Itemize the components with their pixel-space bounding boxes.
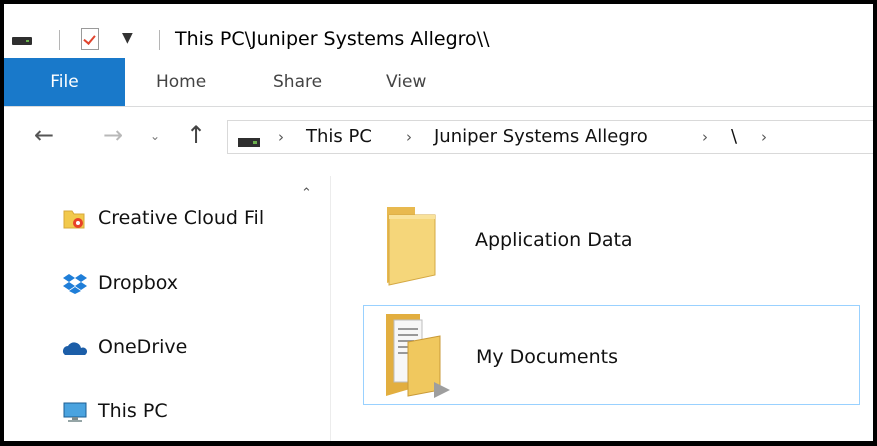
file-item-my-documents[interactable]: My Documents: [363, 305, 860, 405]
title-separator: [59, 30, 60, 50]
explorer-window: ▼ This PC\Juniper Systems Allegro\\ File…: [4, 4, 873, 441]
tab-view[interactable]: View: [386, 58, 426, 106]
drive-icon: [12, 37, 32, 45]
ribbon: File Home Share View: [4, 58, 873, 107]
breadcrumb-chevron-icon[interactable]: ›: [278, 128, 284, 146]
forward-arrow-icon[interactable]: →: [103, 121, 123, 149]
tab-home[interactable]: Home: [156, 58, 206, 106]
up-arrow-icon[interactable]: ↑: [186, 121, 206, 149]
file-item-name: My Documents: [476, 346, 619, 368]
drive-icon: [238, 138, 260, 147]
file-item-application-data[interactable]: Application Data: [363, 191, 860, 291]
properties-icon[interactable]: [81, 28, 99, 50]
window-title: This PC\Juniper Systems Allegro\\: [175, 28, 490, 50]
breadcrumb-root[interactable]: \: [731, 126, 737, 147]
breadcrumb-device[interactable]: Juniper Systems Allegro: [434, 126, 648, 147]
nav-item-label: Creative Cloud Fil: [98, 207, 265, 229]
title-bar: ▼ This PC\Juniper Systems Allegro\\: [4, 4, 873, 58]
scroll-up-arrow-icon[interactable]: ⌃: [301, 186, 312, 201]
folder-icon: [387, 207, 436, 286]
dropbox-icon: [63, 274, 87, 294]
breadcrumb-chevron-icon[interactable]: ›: [406, 128, 412, 146]
address-bar[interactable]: › This PC › Juniper Systems Allegro › \ …: [227, 120, 873, 154]
tab-file[interactable]: File: [4, 58, 125, 106]
breadcrumb-chevron-icon[interactable]: ›: [761, 128, 767, 146]
title-separator: [159, 30, 160, 50]
file-list: Application Data My Documents: [331, 176, 873, 441]
file-item-name: Application Data: [475, 229, 633, 251]
creative-cloud-files-icon: [63, 210, 85, 229]
onedrive-icon: [63, 342, 88, 355]
breadcrumb-this-pc[interactable]: This PC: [306, 126, 372, 147]
breadcrumb-chevron-icon[interactable]: ›: [702, 128, 708, 146]
back-arrow-icon[interactable]: ←: [34, 121, 54, 149]
navigation-pane: Creative Cloud Fil Dropbox OneDrive This…: [4, 176, 328, 441]
quick-access-dropdown-icon[interactable]: ▼: [122, 30, 133, 46]
tab-share[interactable]: Share: [273, 58, 322, 106]
navigation-bar: ← → ⌄ ↑ › This PC › Juniper Systems Alle…: [4, 107, 873, 169]
folder-documents-icon: [386, 314, 450, 398]
recent-locations-chevron-icon[interactable]: ⌄: [150, 129, 160, 143]
nav-item-label: Dropbox: [98, 272, 179, 294]
nav-item-label: OneDrive: [98, 336, 188, 358]
this-pc-icon: [63, 402, 87, 422]
nav-item-label: This PC: [98, 400, 168, 422]
